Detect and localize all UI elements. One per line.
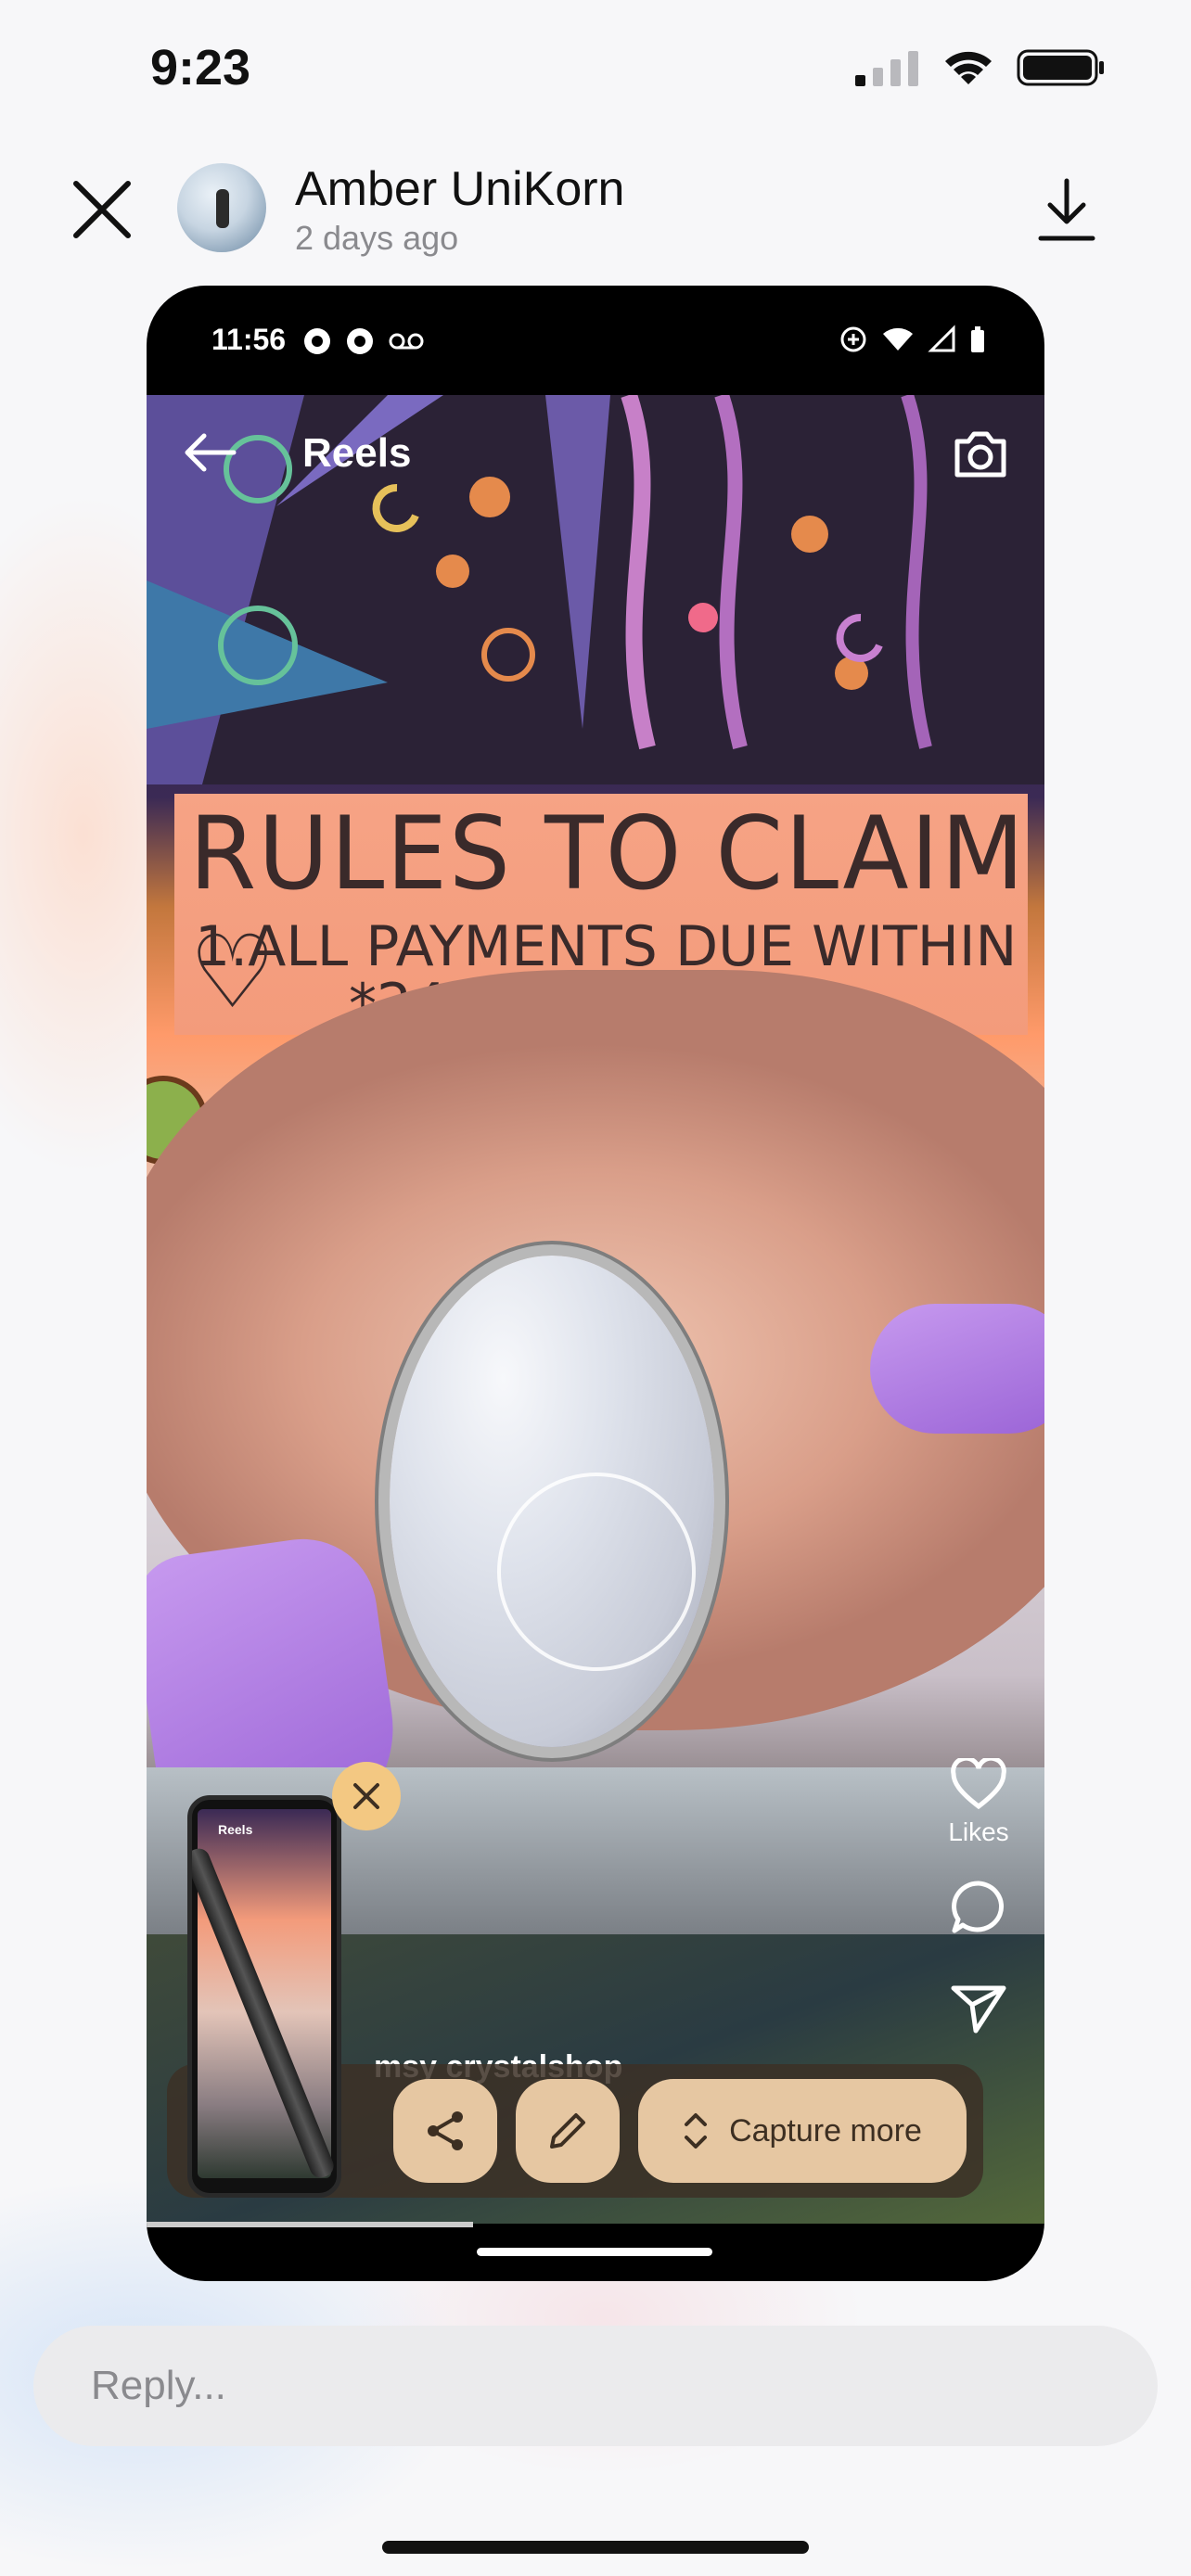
capture-thumbnail[interactable]: Reels [187,1795,341,2198]
status-time: 9:23 [150,40,251,96]
touch-indicator [497,1473,696,1671]
screen-title: Reels [302,430,412,476]
cellular-signal-icon [928,325,955,352]
reel-progress-bar [147,2222,473,2227]
expand-icon [685,2113,708,2149]
capture-more-label: Capture more [729,2112,922,2149]
share-icon [428,2111,463,2150]
purple-nail [870,1304,1044,1434]
voicemail-icon [389,333,424,350]
cellular-signal-icon [855,51,918,86]
home-indicator[interactable] [382,2541,809,2554]
edit-button[interactable] [516,2079,620,2183]
screenshot-status-time: 11:56 [211,323,287,356]
reel-actions: Likes [937,1758,1020,2034]
avatar[interactable] [177,163,266,252]
close-button[interactable] [65,172,139,247]
close-icon [73,181,131,238]
pencil-icon [550,2113,585,2149]
reply-input[interactable]: Reply... [33,2326,1158,2446]
download-button[interactable] [1030,171,1104,249]
back-button[interactable] [182,432,237,478]
thumbnail-title: Reels [218,1822,253,1837]
capture-more-button[interactable]: Capture more [638,2079,967,2183]
screenshot-home-indicator [477,2248,712,2256]
screenshot-system-icons [839,325,987,354]
share-button[interactable] [393,2079,497,2183]
shared-screenshot[interactable]: 11:56 RULES TO CLAIM ♡ 1.ALL PAYMENTS DU… [147,286,1044,2281]
tapestry-backdrop [147,395,1044,784]
sent-time: 2 days ago [295,219,459,257]
camera-button[interactable] [952,428,1009,485]
battery-icon [971,326,984,352]
heart-icon[interactable] [950,1758,1007,1810]
battery-icon [1017,49,1104,86]
dismiss-capture-button[interactable] [332,1762,401,1830]
camera-icon [954,431,1006,478]
reply-placeholder: Reply... [91,2363,226,2408]
download-icon [1038,178,1095,241]
close-icon [353,1783,379,1809]
likes-label: Likes [948,1817,1009,1846]
back-arrow-icon [185,433,237,472]
send-icon[interactable] [950,1983,1007,2034]
screenshot-notification-icons [302,326,425,356]
screenshot-status-bar: 11:56 [147,286,1044,395]
wifi-icon [883,327,913,351]
wifi-icon [945,51,992,84]
data-saver-icon [840,326,866,352]
chrome-icon [304,328,330,354]
comment-icon[interactable] [950,1879,1007,1936]
status-icons [855,45,1106,91]
sender-name[interactable]: Amber UniKorn [295,161,624,217]
chrome-icon [347,328,373,354]
